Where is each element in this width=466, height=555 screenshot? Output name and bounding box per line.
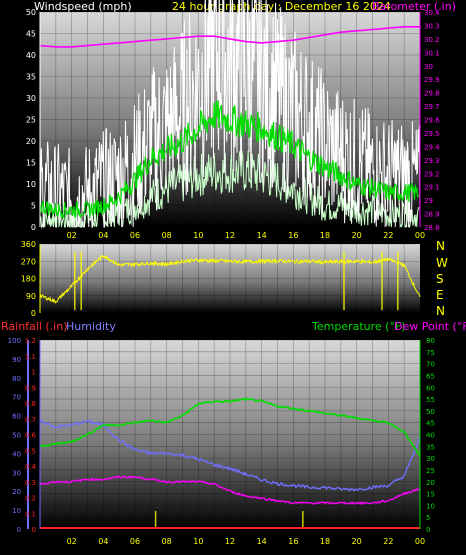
wind-x-tick-label: 12 [225,231,235,240]
humidity-tick-label: 70 [12,394,21,402]
baro-tick-label: 30 [424,63,433,71]
rain-tick-label: 0.4 [25,463,37,471]
rain-tick-label: 0.5 [25,447,36,455]
humidity-tick-label: 90 [12,356,21,364]
temp-x-tick-label: 08 [162,537,172,546]
baro-tick-label: 29.8 [424,90,440,98]
rain-tick-label: 0.2 [25,495,36,503]
direction-tick-label: 90 [26,292,36,301]
wind-tick-label: 30 [26,94,36,103]
temp-tick-label: 45 [426,420,435,428]
temp-x-tick-label: 04 [98,537,108,546]
rain-tick-label: 0.9 [25,384,36,392]
wind-x-tick-label: 02 [67,231,77,240]
temp-tick-label: 60 [426,384,435,392]
humidity-tick-label: 60 [12,413,21,421]
temp-x-tick-label: 16 [288,537,298,546]
rain-tick-label: 0.6 [25,432,37,440]
temp-tick-label: 70 [426,361,435,369]
temp-x-tick-label: 00 [415,537,425,546]
temp-tick-label: 40 [426,432,435,440]
baro-tick-label: 29.2 [424,170,440,178]
direction-tick-label: 270 [21,257,36,266]
wind-x-tick-label: 20 [352,231,362,240]
temp-x-tick-label: 22 [383,537,393,546]
wind-tick-label: 40 [26,51,36,60]
rain-tick-label: 0.8 [25,400,36,408]
temp-tick-label: 20 [426,479,435,487]
temp-tick-label: 80 [426,337,435,345]
wind-x-tick-label: 08 [162,231,172,240]
wind-x-tick-label: 10 [193,231,203,240]
humidity-tick-label: 0 [17,526,21,534]
baro-tick-label: 29.3 [424,157,440,165]
temp-tick-label: 30 [426,455,435,463]
rain-tick-label: 1 [32,369,36,377]
wind-tick-label: 20 [26,137,36,146]
wind-x-tick-label: 14 [257,231,267,240]
wind-tick-label: 0 [31,223,36,232]
temp-tick-label: 55 [426,396,435,404]
temp-x-tick-label: 06 [130,537,140,546]
rain-tick-label: 0 [32,526,36,534]
baro-tick-label: 30.2 [424,36,440,44]
wind-tick-label: 5 [31,202,36,211]
weather-charts-svg: 0510152025303540455028.828.92929.129.229… [8,0,440,546]
baro-tick-label: 30.4 [424,9,440,17]
rain-tick-label: 1.2 [25,337,36,345]
temp-tick-label: 35 [426,443,435,451]
wind-x-tick-label: 00 [415,231,425,240]
direction-tick-label: 180 [21,275,36,284]
temp-x-tick-label: 10 [193,537,203,546]
wind-tick-label: 25 [26,116,36,125]
baro-tick-label: 28.9 [424,211,440,219]
direction-tick-label: 0 [31,309,36,318]
baro-tick-label: 29.7 [424,103,440,111]
wind-x-tick-label: 18 [320,231,330,240]
wind-tick-label: 45 [26,30,36,39]
temp-x-tick-label: 12 [225,537,235,546]
humidity-tick-label: 50 [12,432,21,440]
baro-tick-label: 29.4 [424,143,440,151]
temp-tick-label: 50 [426,408,435,416]
wind-tick-label: 15 [26,159,36,168]
temp-tick-label: 10 [426,502,435,510]
temp-x-tick-label: 20 [352,537,362,546]
wind-tick-label: 50 [26,8,36,17]
temp-x-tick-label: 18 [320,537,330,546]
temp-x-tick-label: 02 [67,537,77,546]
baro-tick-label: 28.8 [424,224,440,232]
temp-tick-label: 5 [426,514,430,522]
wind-tick-label: 10 [26,180,36,189]
humidity-tick-label: 10 [12,507,21,515]
wind-x-tick-label: 06 [130,231,140,240]
temp-tick-label: 25 [426,467,435,475]
baro-tick-label: 29.1 [424,184,440,192]
temp-tick-label: 65 [426,372,435,380]
temp-tick-label: 75 [426,349,435,357]
rain-tick-label: 0.7 [25,416,36,424]
temp-tick-label: 0 [426,526,430,534]
baro-tick-label: 30.1 [424,49,440,57]
baro-tick-label: 29 [424,197,433,205]
rain-tick-label: 0.3 [25,479,36,487]
humidity-tick-label: 20 [12,488,21,496]
baro-tick-label: 29.9 [424,76,440,84]
rain-tick-label: 0.1 [25,510,36,518]
humidity-tick-label: 30 [12,469,21,477]
wind-x-tick-label: 16 [288,231,298,240]
baro-tick-label: 30.3 [424,22,440,30]
baro-tick-label: 29.5 [424,130,440,138]
temp-tick-label: 15 [426,491,435,499]
temp-x-tick-label: 14 [257,537,267,546]
rain-tick-label: 1.1 [25,353,36,361]
humidity-tick-label: 100 [8,337,21,345]
humidity-tick-label: 80 [12,375,21,383]
baro-tick-label: 29.6 [424,117,440,125]
humidity-tick-label: 40 [12,450,21,458]
direction-tick-label: 360 [21,240,36,249]
wind-x-tick-label: 04 [98,231,108,240]
wind-tick-label: 35 [26,73,36,82]
wind-x-tick-label: 22 [383,231,393,240]
